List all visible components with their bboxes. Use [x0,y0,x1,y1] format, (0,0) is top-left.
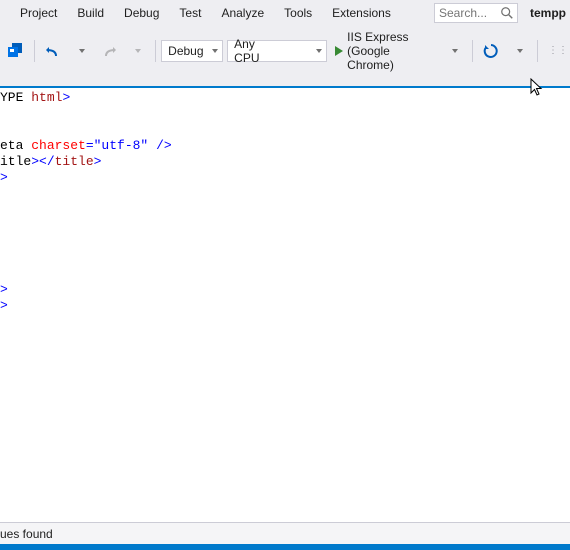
code-editor[interactable]: YPE html> eta charset="utf-8" />itle></t… [0,88,570,522]
browser-refresh-dropdown[interactable] [507,39,531,63]
toolbar-separator [155,40,156,62]
save-all-button[interactable] [4,39,28,63]
code-line[interactable] [0,202,570,218]
search-box[interactable] [434,3,514,23]
code-line[interactable]: itle></title> [0,154,570,170]
toolbar: Debug Any CPU IIS Express (Google Chrome… [0,34,570,68]
status-bar [0,544,570,550]
menu-project[interactable]: Project [10,2,67,24]
chevron-down-icon [212,49,218,53]
user-label[interactable]: tempp [522,2,570,24]
search-input[interactable] [434,3,518,23]
undo-dropdown[interactable] [69,39,93,63]
play-icon [335,46,343,56]
code-line[interactable]: > [0,282,570,298]
menu-extensions[interactable]: Extensions [322,2,401,24]
toolbar-separator [472,40,473,62]
toolbar-overflow-button[interactable]: ⋮⋮ [542,39,566,63]
browser-refresh-button[interactable] [479,39,503,63]
code-line[interactable] [0,250,570,266]
solution-config-dropdown[interactable]: Debug [161,40,223,62]
code-line[interactable] [0,266,570,282]
overflow-icon: ⋮⋮ [546,42,562,60]
undo-button[interactable] [41,39,65,63]
menu-test[interactable]: Test [169,2,211,24]
code-line[interactable]: YPE html> [0,90,570,106]
code-line[interactable]: > [0,170,570,186]
toolbar-separator [34,40,35,62]
code-line[interactable]: eta charset="utf-8" /> [0,138,570,154]
menu-analyze[interactable]: Analyze [211,2,274,24]
code-line[interactable] [0,122,570,138]
code-line[interactable] [0,106,570,122]
redo-dropdown[interactable] [125,39,149,63]
issues-bar[interactable]: ues found [0,522,570,544]
code-line[interactable]: > [0,298,570,314]
menu-debug-menu[interactable]: Debug [114,2,169,24]
toolbar-separator [537,40,538,62]
chevron-down-icon [316,49,322,53]
menu-build[interactable]: Build [67,2,114,24]
menu-tools[interactable]: Tools [274,2,322,24]
start-debug-dropdown[interactable] [442,39,466,63]
start-debug-button[interactable]: IIS Express (Google Chrome) [331,40,438,62]
code-line[interactable] [0,186,570,202]
issues-text: ues found [0,527,53,541]
menu-bar: Project Build Debug Test Analyze Tools E… [0,0,570,26]
code-line[interactable] [0,234,570,250]
redo-button[interactable] [97,39,121,63]
solution-config-value: Debug [168,44,203,58]
solution-platform-value: Any CPU [234,37,276,65]
solution-platform-dropdown[interactable]: Any CPU [227,40,327,62]
code-line[interactable] [0,218,570,234]
start-debug-label: IIS Express (Google Chrome) [347,30,434,72]
